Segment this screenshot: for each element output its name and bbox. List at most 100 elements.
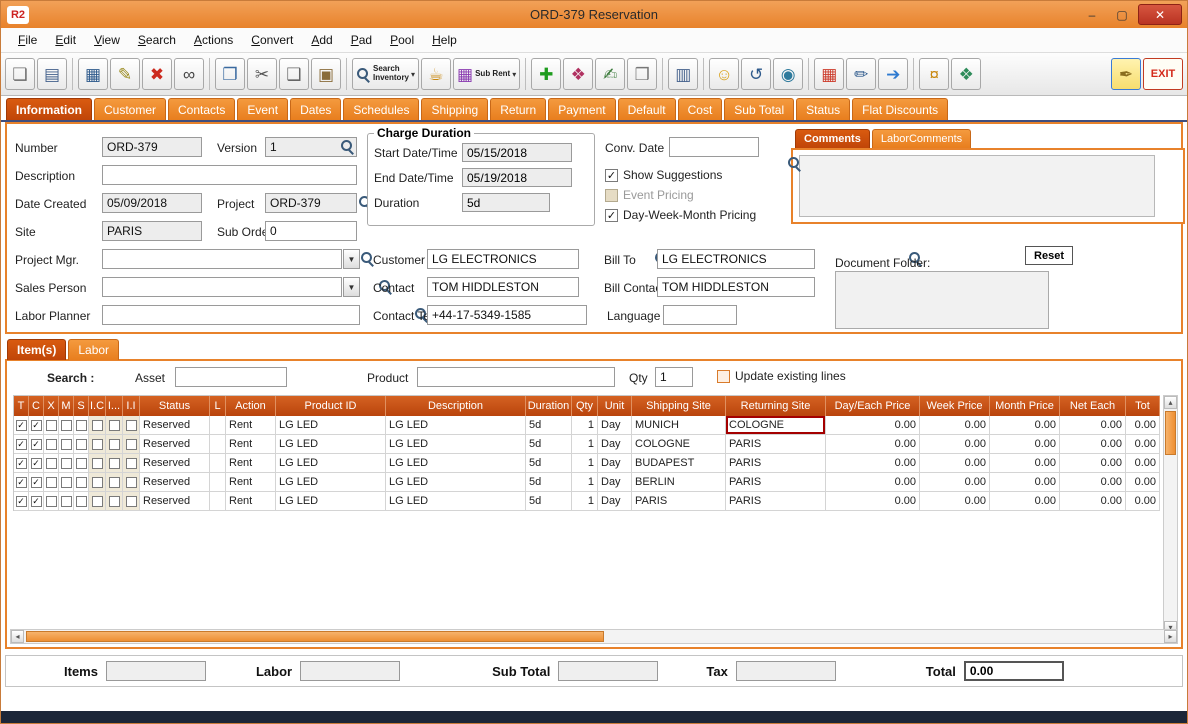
- disc-globe-button[interactable]: ◉: [773, 58, 803, 90]
- row-checkbox[interactable]: [76, 477, 87, 488]
- items-tab-item-s[interactable]: Item(s): [7, 339, 66, 360]
- print-button[interactable]: ▤: [37, 58, 67, 90]
- cell-status[interactable]: Reserved: [140, 435, 210, 454]
- cell-returning-site[interactable]: PARIS: [726, 492, 826, 511]
- vertical-scroll-thumb[interactable]: [1165, 411, 1176, 455]
- column-header-x[interactable]: X: [44, 396, 59, 416]
- column-header-c[interactable]: C: [29, 396, 44, 416]
- cell-returning-site[interactable]: PARIS: [726, 435, 826, 454]
- transfer-arrow-button[interactable]: ➔: [878, 58, 908, 90]
- exit-button[interactable]: EXIT: [1143, 58, 1183, 90]
- cell-unit[interactable]: Day: [598, 435, 632, 454]
- cell-description[interactable]: LG LED: [386, 473, 526, 492]
- cell-status[interactable]: Reserved: [140, 492, 210, 511]
- pour-pool-button[interactable]: ☕: [421, 58, 451, 90]
- cell-check-x[interactable]: [44, 435, 59, 454]
- search-inventory-dropdown-icon[interactable]: ▾: [411, 70, 415, 79]
- cell-check-x[interactable]: [44, 473, 59, 492]
- find-binoculars-button[interactable]: ∞: [174, 58, 204, 90]
- cell-day-each-price[interactable]: 0.00: [826, 454, 920, 473]
- add-line-button[interactable]: ✚: [531, 58, 561, 90]
- row-checkbox[interactable]: [109, 458, 120, 469]
- menu-file[interactable]: File: [9, 30, 46, 50]
- menu-add[interactable]: Add: [302, 30, 341, 50]
- cell-week-price[interactable]: 0.00: [920, 435, 990, 454]
- cell-l[interactable]: [210, 492, 226, 511]
- column-header-action[interactable]: Action: [226, 396, 276, 416]
- cell-duration[interactable]: 5d: [526, 416, 572, 435]
- cell-check-i-c[interactable]: [89, 454, 106, 473]
- cell-check-c[interactable]: [29, 416, 44, 435]
- close-button[interactable]: ✕: [1138, 4, 1182, 25]
- row-checkbox[interactable]: [46, 458, 57, 469]
- cell-check-i[interactable]: [106, 435, 123, 454]
- bill-contact-input[interactable]: [657, 277, 815, 297]
- cell-check-i-c[interactable]: [89, 435, 106, 454]
- row-checkbox[interactable]: [76, 458, 87, 469]
- sales-person-input[interactable]: [102, 277, 342, 297]
- cell-l[interactable]: [210, 416, 226, 435]
- sales-person-dropdown-button[interactable]: ▼: [343, 277, 360, 297]
- bill-to-input[interactable]: [657, 249, 815, 269]
- notes-pad-button[interactable]: ❒: [627, 58, 657, 90]
- cell-product-id[interactable]: LG LED: [276, 473, 386, 492]
- start-date-input[interactable]: [462, 143, 572, 162]
- column-header-duration[interactable]: Duration: [526, 396, 572, 416]
- row-checkbox[interactable]: [126, 458, 137, 469]
- tab-customer[interactable]: Customer: [94, 98, 166, 120]
- column-header-description[interactable]: Description: [386, 396, 526, 416]
- money-sheet-button[interactable]: ¤: [919, 58, 949, 90]
- cell-qty[interactable]: 1: [572, 492, 598, 511]
- cell-shipping-site[interactable]: BUDAPEST: [632, 454, 726, 473]
- cell-month-price[interactable]: 0.00: [990, 435, 1060, 454]
- row-checkbox[interactable]: [109, 439, 120, 450]
- column-header-month-price[interactable]: Month Price: [990, 396, 1060, 416]
- cell-tot[interactable]: 0.00: [1126, 416, 1160, 435]
- cell-day-each-price[interactable]: 0.00: [826, 416, 920, 435]
- cell-action[interactable]: Rent: [226, 473, 276, 492]
- cell-check-m[interactable]: [59, 435, 74, 454]
- vertical-scrollbar[interactable]: ▴ ▾: [1163, 395, 1178, 635]
- row-checkbox[interactable]: [126, 496, 137, 507]
- customer-input[interactable]: [427, 249, 579, 269]
- menu-edit[interactable]: Edit: [46, 30, 85, 50]
- cell-check-i[interactable]: [106, 492, 123, 511]
- cell-unit[interactable]: Day: [598, 473, 632, 492]
- column-header-i-c[interactable]: I.C: [89, 396, 106, 416]
- cell-check-x[interactable]: [44, 416, 59, 435]
- sub-rent-dropdown-icon[interactable]: ▾: [512, 70, 516, 79]
- search-inventory-button[interactable]: Search Inventory▾: [352, 58, 419, 90]
- horizontal-scroll-thumb[interactable]: [26, 631, 604, 642]
- minimize-button[interactable]: –: [1078, 5, 1106, 24]
- cell-l[interactable]: [210, 435, 226, 454]
- cell-l[interactable]: [210, 473, 226, 492]
- qty-input[interactable]: [655, 367, 693, 387]
- cell-check-i[interactable]: [106, 454, 123, 473]
- smiley-button[interactable]: ☺: [709, 58, 739, 90]
- document-folder-box[interactable]: [835, 271, 1049, 329]
- row-checkbox[interactable]: [61, 439, 72, 450]
- column-header-i-i[interactable]: I.I: [123, 396, 140, 416]
- product-input[interactable]: [417, 367, 615, 387]
- comments-search-icon[interactable]: [787, 156, 802, 171]
- edit-pen-button[interactable]: ✎: [110, 58, 140, 90]
- cell-action[interactable]: Rent: [226, 492, 276, 511]
- sub-orders-input[interactable]: [265, 221, 357, 241]
- cell-check-i-c[interactable]: [89, 416, 106, 435]
- cell-month-price[interactable]: 0.00: [990, 416, 1060, 435]
- cell-unit[interactable]: Day: [598, 416, 632, 435]
- row-checkbox[interactable]: [16, 439, 27, 450]
- cell-month-price[interactable]: 0.00: [990, 454, 1060, 473]
- row-checkbox[interactable]: [92, 420, 103, 431]
- column-header-i[interactable]: I...: [106, 396, 123, 416]
- paste-button[interactable]: ▣: [311, 58, 341, 90]
- delete-button[interactable]: ✖: [142, 58, 172, 90]
- cell-tot[interactable]: 0.00: [1126, 492, 1160, 511]
- cell-product-id[interactable]: LG LED: [276, 435, 386, 454]
- asset-input[interactable]: [175, 367, 287, 387]
- cell-check-s[interactable]: [74, 435, 89, 454]
- column-header-l[interactable]: L: [210, 396, 226, 416]
- cell-shipping-site[interactable]: MUNICH: [632, 416, 726, 435]
- column-header-status[interactable]: Status: [140, 396, 210, 416]
- row-checkbox[interactable]: [46, 477, 57, 488]
